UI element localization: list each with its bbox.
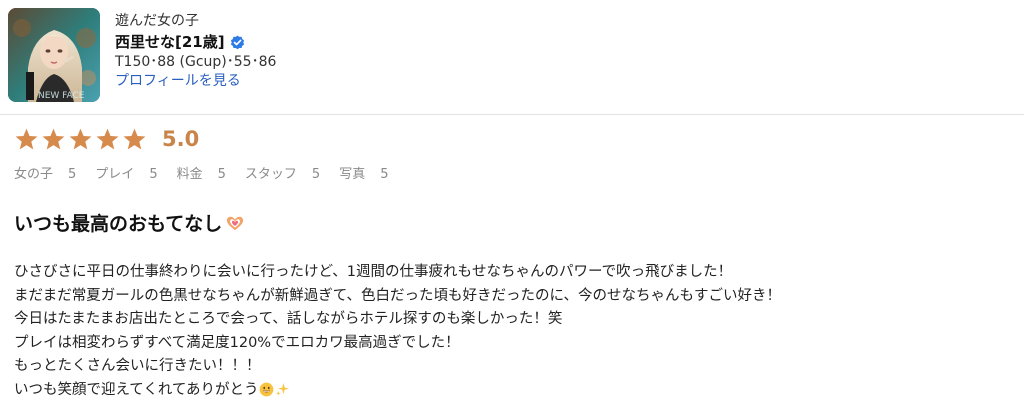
- sub-rating-value: 5: [311, 167, 321, 182]
- star-icon: [69, 128, 92, 149]
- divider: [0, 114, 1024, 115]
- girl-name[interactable]: 西里せな[21歳]: [115, 33, 225, 51]
- sub-rating-girl: 女の子 5: [14, 163, 76, 182]
- overall-rating: 5.0: [14, 124, 199, 154]
- rating-score: 5.0: [162, 127, 200, 151]
- sub-ratings: 女の子 5 プレイ 5 料金 5 スタッフ 5 写真 5: [14, 163, 407, 182]
- review-line: ひさびさに平日の仕事終わりに会いに行ったけど、1週間の仕事疲れもせなちゃんのパワ…: [14, 264, 733, 280]
- review-title: いつも最高のおもてなし: [14, 209, 246, 236]
- sub-rating-label: 写真: [339, 167, 366, 182]
- sub-rating-play: プレイ 5: [95, 163, 157, 182]
- heart-hands-icon: [227, 216, 244, 230]
- sub-rating-photo: 写真 5: [339, 163, 388, 182]
- sub-rating-value: 5: [68, 167, 77, 182]
- avatar[interactable]: NEW FACE: [8, 8, 100, 102]
- grinning-face-icon: [260, 382, 274, 397]
- star-icon: [15, 128, 38, 149]
- star-icon: [96, 128, 119, 149]
- review-line: 今日はたまたまお店出たところで会って、話しながらホテル探すのも楽しかった！笑: [14, 311, 563, 328]
- avatar-photo: NEW FACE: [8, 8, 100, 102]
- sub-rating-label: スタッフ: [244, 167, 297, 182]
- view-profile-link[interactable]: プロフィールを見る: [115, 72, 276, 90]
- review-line: まだまだ常夏ガールの色黒せなちゃんが新鮮過ぎて、色白だった頃も好きだったのに、今…: [14, 287, 782, 304]
- review-title-text: いつも最高のおもてなし: [14, 213, 223, 235]
- star-rating: [14, 127, 149, 152]
- sub-rating-value: 5: [149, 167, 158, 182]
- sub-rating-label: プレイ: [95, 167, 135, 182]
- verified-badge-icon: [230, 35, 244, 49]
- star-icon: [42, 128, 65, 149]
- visited-girl-label: 遊んだ女の子: [115, 13, 199, 29]
- review-line-last: いつも笑顔で迎えてくれてありがとう: [14, 379, 1014, 403]
- sub-rating-staff: スタッフ 5: [245, 163, 320, 182]
- svg-text:NEW FACE: NEW FACE: [38, 91, 85, 101]
- girl-stats: T150･88 (Gcup)･55･86: [115, 54, 277, 70]
- review-line: プレイは相変わらずすべて満足度120%でエロカワ最高過ぎでした！: [14, 334, 460, 351]
- sparkles-icon: [276, 382, 290, 396]
- sub-rating-value: 5: [217, 167, 226, 182]
- sub-rating-price: 料金 5: [177, 163, 226, 182]
- review-line: もっとたくさん会いに行きたい！！！: [14, 358, 261, 375]
- sub-rating-label: 料金: [176, 167, 203, 182]
- sub-rating-value: 5: [380, 167, 389, 182]
- sub-rating-label: 女の子: [14, 167, 54, 182]
- review-line-text: いつも笑顔で迎えてくれてありがとう: [14, 381, 259, 398]
- star-icon: [123, 128, 146, 149]
- review-body: ひさびさに平日の仕事終わりに会いに行ったけど、1週間の仕事疲れもせなちゃんのパワ…: [14, 261, 1014, 403]
- profile-card: NEW FACE 遊んだ女の子 西里せな[21歳] T150･88 (Gcup)…: [8, 8, 276, 102]
